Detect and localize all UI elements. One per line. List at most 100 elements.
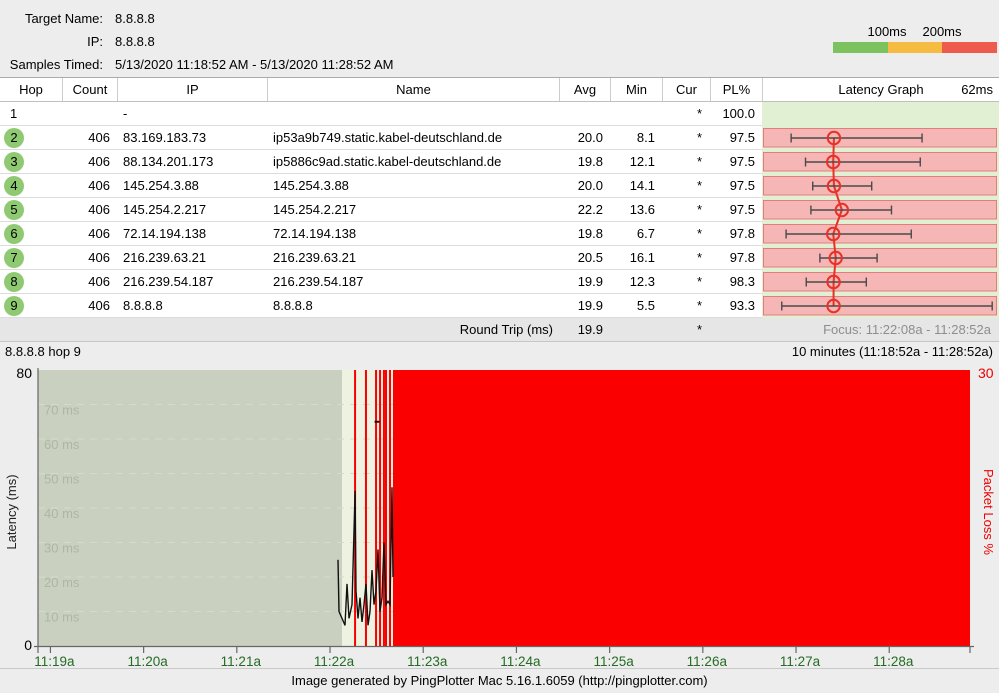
legend-segment-1 <box>887 42 943 53</box>
cell-name: ip53a9b749.static.kabel-deutschland.de <box>273 130 503 145</box>
cell-ip: 216.239.54.187 <box>123 274 214 289</box>
x-tick-label-11:19a: 11:19a <box>34 654 75 668</box>
cell-avg: 19.8 <box>577 226 603 241</box>
timeline-graph[interactable]: 70 ms 60 ms 50 ms 40 ms 30 ms 20 ms 10 ms 80 0 La… <box>0 362 999 669</box>
cell-avg: 19.9 <box>577 274 603 289</box>
cell-count: 406 <box>88 250 110 265</box>
column-header-count[interactable]: Count <box>62 78 117 101</box>
cell-pl-: 97.5 <box>729 130 755 145</box>
timeline-graph-svg[interactable]: 70 ms 60 ms 50 ms 40 ms 30 ms 20 ms 10 ms 80 0 La… <box>0 362 999 669</box>
cell-name: 72.14.194.138 <box>273 226 357 241</box>
hop-status-circle: 4 <box>4 176 24 196</box>
gridline-label-70ms: 70 ms <box>44 403 80 418</box>
latency-whisker-graph[interactable] <box>762 102 999 318</box>
cell-name: 8.8.8.8 <box>273 298 313 313</box>
cell-pl-: 100.0 <box>722 106 755 121</box>
cell-avg: 19.8 <box>577 154 603 169</box>
cell-name <box>267 102 559 125</box>
packet-loss-bar-hop-4 <box>763 176 997 196</box>
ip-label: IP: <box>87 34 103 49</box>
footer-bar: Image generated by PingPlotter Mac 5.16.… <box>0 668 999 693</box>
ip-value: 8.8.8.8 <box>115 34 155 49</box>
column-header-avg[interactable]: Avg <box>559 78 610 101</box>
packet-loss-axis-title: Packet Loss % <box>981 469 996 555</box>
x-tick-label-11:24a: 11:24a <box>500 654 541 668</box>
cell-cur: * <box>696 226 702 241</box>
roundtrip-min-cell <box>610 318 662 341</box>
roundtrip-pl-cell <box>710 318 762 341</box>
gridline-label-50ms: 50 ms <box>44 472 80 487</box>
column-header-ip[interactable]: IP <box>117 78 267 101</box>
target-name-label: Target Name: <box>24 11 103 26</box>
cell-avg: 22.2 <box>577 202 603 217</box>
legend-color-bar <box>833 42 998 53</box>
latency-scale-label: 62ms <box>961 82 993 97</box>
hop-status-circle: 8 <box>4 272 24 292</box>
roundtrip-label: Round Trip (ms) <box>459 322 553 337</box>
cell-ip: 145.254.3.88 <box>123 178 199 193</box>
cell-ip: 145.254.2.217 <box>123 202 207 217</box>
cell-count: 406 <box>88 130 110 145</box>
column-header-pl-[interactable]: PL% <box>710 78 762 101</box>
column-header-name[interactable]: Name <box>267 78 559 101</box>
cell-min: 14.1 <box>629 178 655 193</box>
cell-count: 406 <box>88 274 110 289</box>
column-header-min[interactable]: Min <box>610 78 662 101</box>
samples-timed-label: Samples Timed: <box>9 57 103 72</box>
x-tick-label-11:28a: 11:28a <box>873 654 914 668</box>
y-axis-max-label: 80 <box>16 365 32 381</box>
cell-ip: 88.134.201.173 <box>123 154 214 169</box>
cell-hop: 6 <box>0 222 62 245</box>
column-header-hop[interactable]: Hop <box>0 78 62 101</box>
cell-count: 406 <box>88 226 110 241</box>
cell-ip: - <box>123 106 128 121</box>
samples-timed-value: 5/13/2020 11:18:52 AM - 5/13/2020 11:28:… <box>115 57 394 72</box>
cell-count: 406 <box>88 178 110 193</box>
cell-pl-: 97.5 <box>729 154 755 169</box>
cell-cur: * <box>696 106 702 121</box>
cell-min: 8.1 <box>636 130 655 145</box>
focus-range-label: Focus: 11:22:08a - 11:28:52a <box>823 322 991 337</box>
cell-cur: * <box>696 154 702 169</box>
cell-avg: 20.0 <box>577 178 603 193</box>
cell-ip: 216.239.63.21 <box>123 250 207 265</box>
cell-pl-: 93.3 <box>729 298 755 313</box>
cell-cur: * <box>696 298 702 313</box>
hop-status-circle: 5 <box>4 200 24 220</box>
cell-avg: 20.5 <box>577 250 603 265</box>
cell-hop: 1 <box>0 102 62 125</box>
x-tick-label-11:20a: 11:20a <box>127 654 168 668</box>
hop-status-circle: 6 <box>4 224 24 244</box>
cell-count: 406 <box>88 154 110 169</box>
cell-count: 406 <box>88 202 110 217</box>
timeline-target-label: 8.8.8.8 hop 9 <box>5 344 81 359</box>
x-tick-label-11:26a: 11:26a <box>687 654 728 668</box>
cell-pl-: 98.3 <box>729 274 755 289</box>
cell-avg: 19.9 <box>577 298 603 313</box>
hop-status-circle: 2 <box>4 128 24 148</box>
column-header-cur[interactable]: Cur <box>662 78 710 101</box>
cell-cur: * <box>696 202 702 217</box>
hop-status-circle: 3 <box>4 152 24 172</box>
cell-min: 5.5 <box>636 298 655 313</box>
cell-cur: * <box>696 250 702 265</box>
cell-min: 12.1 <box>629 154 655 169</box>
cell-pl-: 97.8 <box>729 250 755 265</box>
y-axis-min-label: 0 <box>24 637 32 653</box>
table-header-row: Hop Count IP Name Avg Min Cur PL% Latency Graph 6… <box>0 78 999 102</box>
packet-loss-bar-hop-8 <box>763 272 997 292</box>
column-header-latency-graph[interactable]: Latency Graph 62ms <box>762 78 999 101</box>
cell-ip: 72.14.194.138 <box>123 226 207 241</box>
latency-graph-header-label: Latency Graph <box>838 82 924 97</box>
cell-min: 16.1 <box>629 250 655 265</box>
timeline-title-band: 8.8.8.8 hop 9 10 minutes (11:18:52a - 11… <box>0 341 999 362</box>
cell-name: ip5886c9ad.static.kabel-deutschland.de <box>273 154 502 169</box>
roundtrip-cur: * <box>696 322 702 337</box>
cell-hop: 4 <box>0 174 62 197</box>
gridline-label-40ms: 40 ms <box>44 506 80 521</box>
cell-hop: 2 <box>0 126 62 149</box>
cell-min: 6.7 <box>636 226 655 241</box>
footer-credit-text: Image generated by PingPlotter Mac 5.16.… <box>291 673 708 688</box>
cell-pl-: 97.5 <box>729 178 755 193</box>
legend-segment-2 <box>942 42 998 53</box>
